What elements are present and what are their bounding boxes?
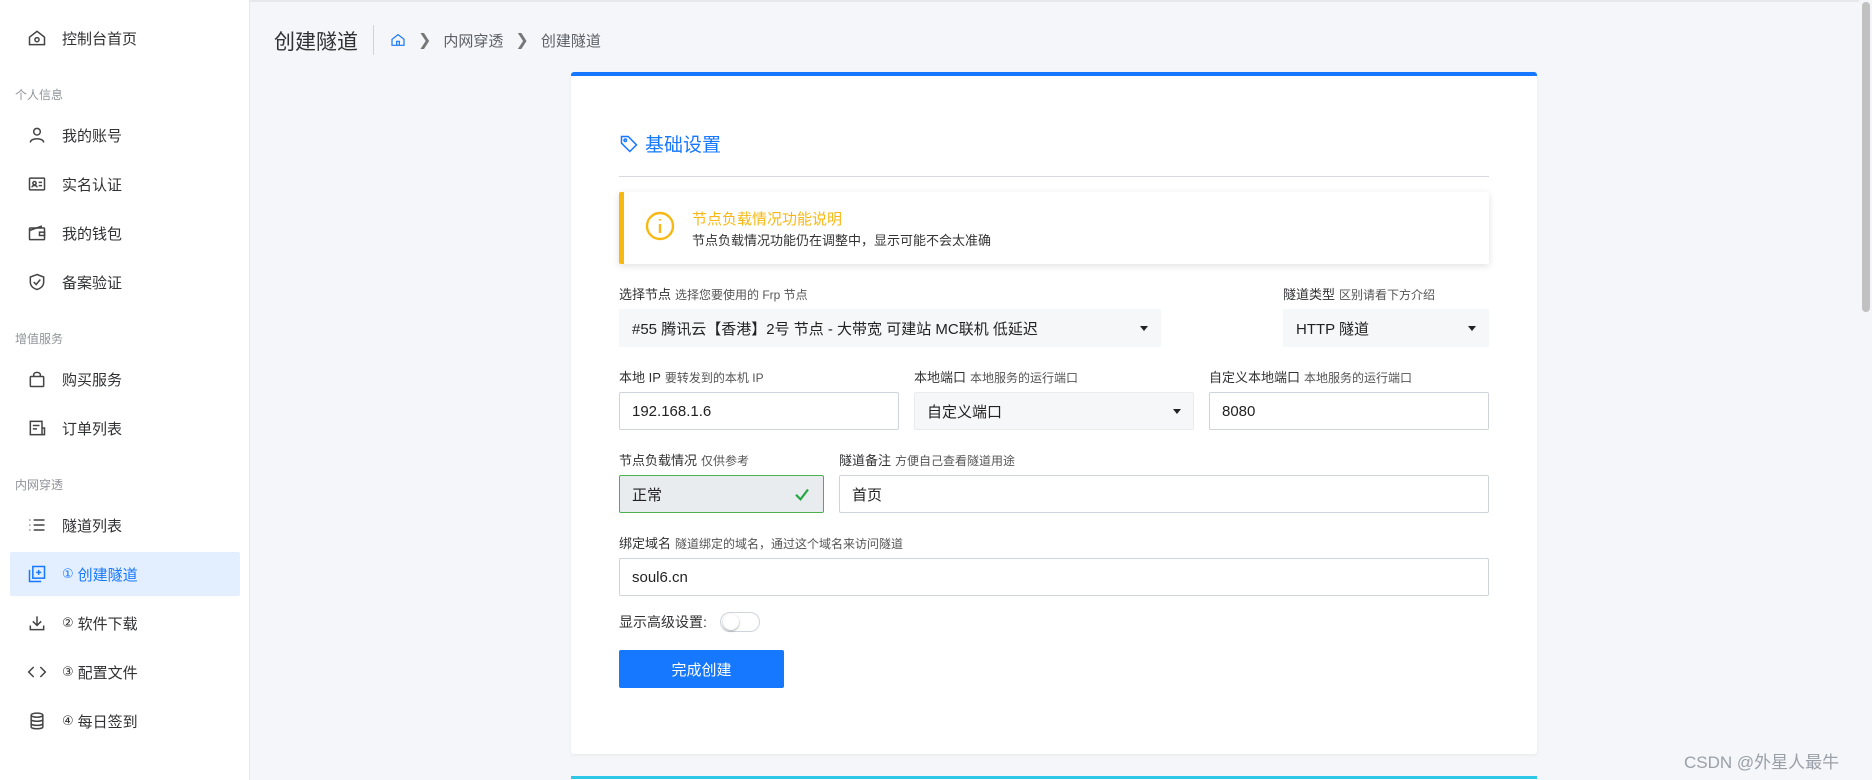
- sidebar-item-label: 实名认证: [62, 176, 123, 194]
- caret-down-icon: [1468, 326, 1476, 331]
- check-icon: [793, 485, 811, 503]
- alert-title: 节点负载情况功能说明: [692, 211, 843, 228]
- next-card-edge: [571, 776, 1537, 780]
- domain-label: 绑定域名 隧道绑定的域名，通过这个域名来访问隧道: [619, 536, 904, 551]
- sidebar-item-config[interactable]: ③ 配置文件: [10, 650, 240, 694]
- local-ip-input[interactable]: 192.168.1.6: [619, 392, 899, 430]
- info-alert: 节点负载情况功能说明 节点负载情况功能仍在调整中，显示可能不会太准确: [619, 192, 1489, 264]
- custom-port-label: 自定义本地端口 本地服务的运行端口: [1209, 370, 1413, 385]
- custom-port-input[interactable]: 8080: [1209, 392, 1489, 430]
- step-number: ①: [62, 566, 74, 581]
- info-circle-icon: [644, 210, 676, 242]
- page-title: 创建隧道: [274, 31, 358, 54]
- sidebar-item-label: 软件下载: [77, 615, 138, 633]
- tag-icon: [620, 135, 638, 153]
- list-icon: [26, 514, 48, 536]
- title-divider: [373, 25, 374, 55]
- home-icon: [26, 27, 48, 49]
- sidebar-item-checkin[interactable]: ④ 每日签到: [10, 699, 240, 743]
- group-label-services: 增值服务: [15, 332, 64, 346]
- shopping-bag-icon: [26, 368, 48, 390]
- sidebar-item-label: 备案验证: [62, 274, 123, 292]
- sidebar-item-dashboard[interactable]: 控制台首页: [10, 16, 240, 60]
- scrollbar-thumb[interactable]: [1862, 2, 1870, 312]
- sidebar-item-orders[interactable]: 订单列表: [10, 406, 240, 450]
- basic-settings-card: 基础设置 节点负载情况功能说明 节点负载情况功能仍在调整中，显示可能不会太准确 …: [571, 72, 1537, 754]
- chevron-right-icon: ❯: [515, 32, 529, 49]
- order-list-icon: [26, 417, 48, 439]
- load-label: 节点负载情况 仅供参考: [619, 453, 750, 468]
- sidebar-item-label: 购买服务: [62, 371, 123, 389]
- sidebar: 控制台首页 个人信息 我的账号 实名认证 我的钱包 备案验证 增值服务 购买服务…: [0, 0, 250, 780]
- sidebar-item-wallet[interactable]: 我的钱包: [10, 211, 240, 255]
- breadcrumb-current: 创建隧道: [540, 32, 601, 50]
- step-number: ④: [62, 713, 74, 728]
- sidebar-item-verification[interactable]: 实名认证: [10, 162, 240, 206]
- download-icon: [26, 612, 48, 634]
- section-title: 基础设置: [619, 130, 721, 157]
- database-icon: [26, 710, 48, 732]
- node-label: 选择节点 选择您要使用的 Frp 节点: [619, 287, 808, 302]
- tunnel-type-label: 隧道类型 区别请看下方介绍: [1283, 287, 1436, 302]
- sidebar-item-label: 控制台首页: [62, 30, 138, 48]
- wallet-icon: [26, 222, 48, 244]
- sidebar-item-label: 我的钱包: [62, 225, 123, 243]
- sidebar-item-tunnel-list[interactable]: 隧道列表: [10, 503, 240, 547]
- sidebar-item-filing[interactable]: 备案验证: [10, 260, 240, 304]
- domain-input[interactable]: soul6.cn: [619, 558, 1489, 596]
- breadcrumb-item[interactable]: 内网穿透: [443, 30, 503, 51]
- remark-input[interactable]: 首页: [839, 475, 1489, 513]
- sidebar-item-label: 订单列表: [62, 420, 123, 438]
- submit-button[interactable]: 完成创建: [619, 650, 784, 688]
- remark-label: 隧道备注 方便自己查看隧道用途: [839, 453, 1016, 468]
- code-icon: [26, 661, 48, 683]
- shield-check-icon: [26, 271, 48, 293]
- local-port-select[interactable]: 自定义端口: [914, 392, 1194, 430]
- scrollbar[interactable]: [1859, 0, 1872, 780]
- local-port-label: 本地端口 本地服务的运行端口: [914, 370, 1079, 385]
- sidebar-item-label: 创建隧道: [77, 566, 138, 584]
- local-ip-label: 本地 IP 要转发到的本机 IP: [619, 370, 764, 385]
- id-card-icon: [26, 173, 48, 195]
- section-divider: [619, 176, 1489, 177]
- sidebar-item-label: 隧道列表: [62, 517, 123, 535]
- tunnel-type-select[interactable]: HTTP 隧道: [1283, 309, 1489, 347]
- sidebar-item-download[interactable]: ② 软件下载: [10, 601, 240, 645]
- alert-text: 节点负载情况功能仍在调整中，显示可能不会太准确: [692, 233, 992, 248]
- chevron-right-icon: ❯: [418, 32, 432, 49]
- toggle-knob: [723, 614, 739, 630]
- add-copy-icon: [26, 563, 48, 585]
- step-number: ②: [62, 615, 74, 630]
- advanced-settings-label: 显示高级设置:: [619, 614, 707, 630]
- group-label-personal: 个人信息: [15, 88, 64, 102]
- sidebar-item-buy[interactable]: 购买服务: [10, 357, 240, 401]
- sidebar-item-account[interactable]: 我的账号: [10, 113, 240, 157]
- advanced-settings-toggle[interactable]: [720, 612, 760, 632]
- breadcrumb: ❯ 内网穿透 ❯ 创建隧道: [390, 28, 601, 52]
- watermark: CSDN @外星人最牛: [1684, 753, 1840, 772]
- group-label-tunnel: 内网穿透: [15, 478, 64, 492]
- top-border: [0, 0, 1872, 2]
- sidebar-item-create-tunnel[interactable]: ① 创建隧道: [10, 552, 240, 596]
- node-select[interactable]: #55 腾讯云【香港】2号 节点 - 大带宽 可建站 MC联机 低延迟: [619, 309, 1161, 347]
- caret-down-icon: [1173, 409, 1181, 414]
- sidebar-item-label: 每日签到: [77, 713, 138, 731]
- step-number: ③: [62, 664, 74, 679]
- user-icon: [26, 124, 48, 146]
- sidebar-item-label: 配置文件: [77, 664, 138, 682]
- sidebar-item-label: 我的账号: [62, 127, 123, 145]
- breadcrumb-home-icon[interactable]: [390, 28, 406, 52]
- caret-down-icon: [1140, 326, 1148, 331]
- load-status-field: 正常: [619, 475, 824, 513]
